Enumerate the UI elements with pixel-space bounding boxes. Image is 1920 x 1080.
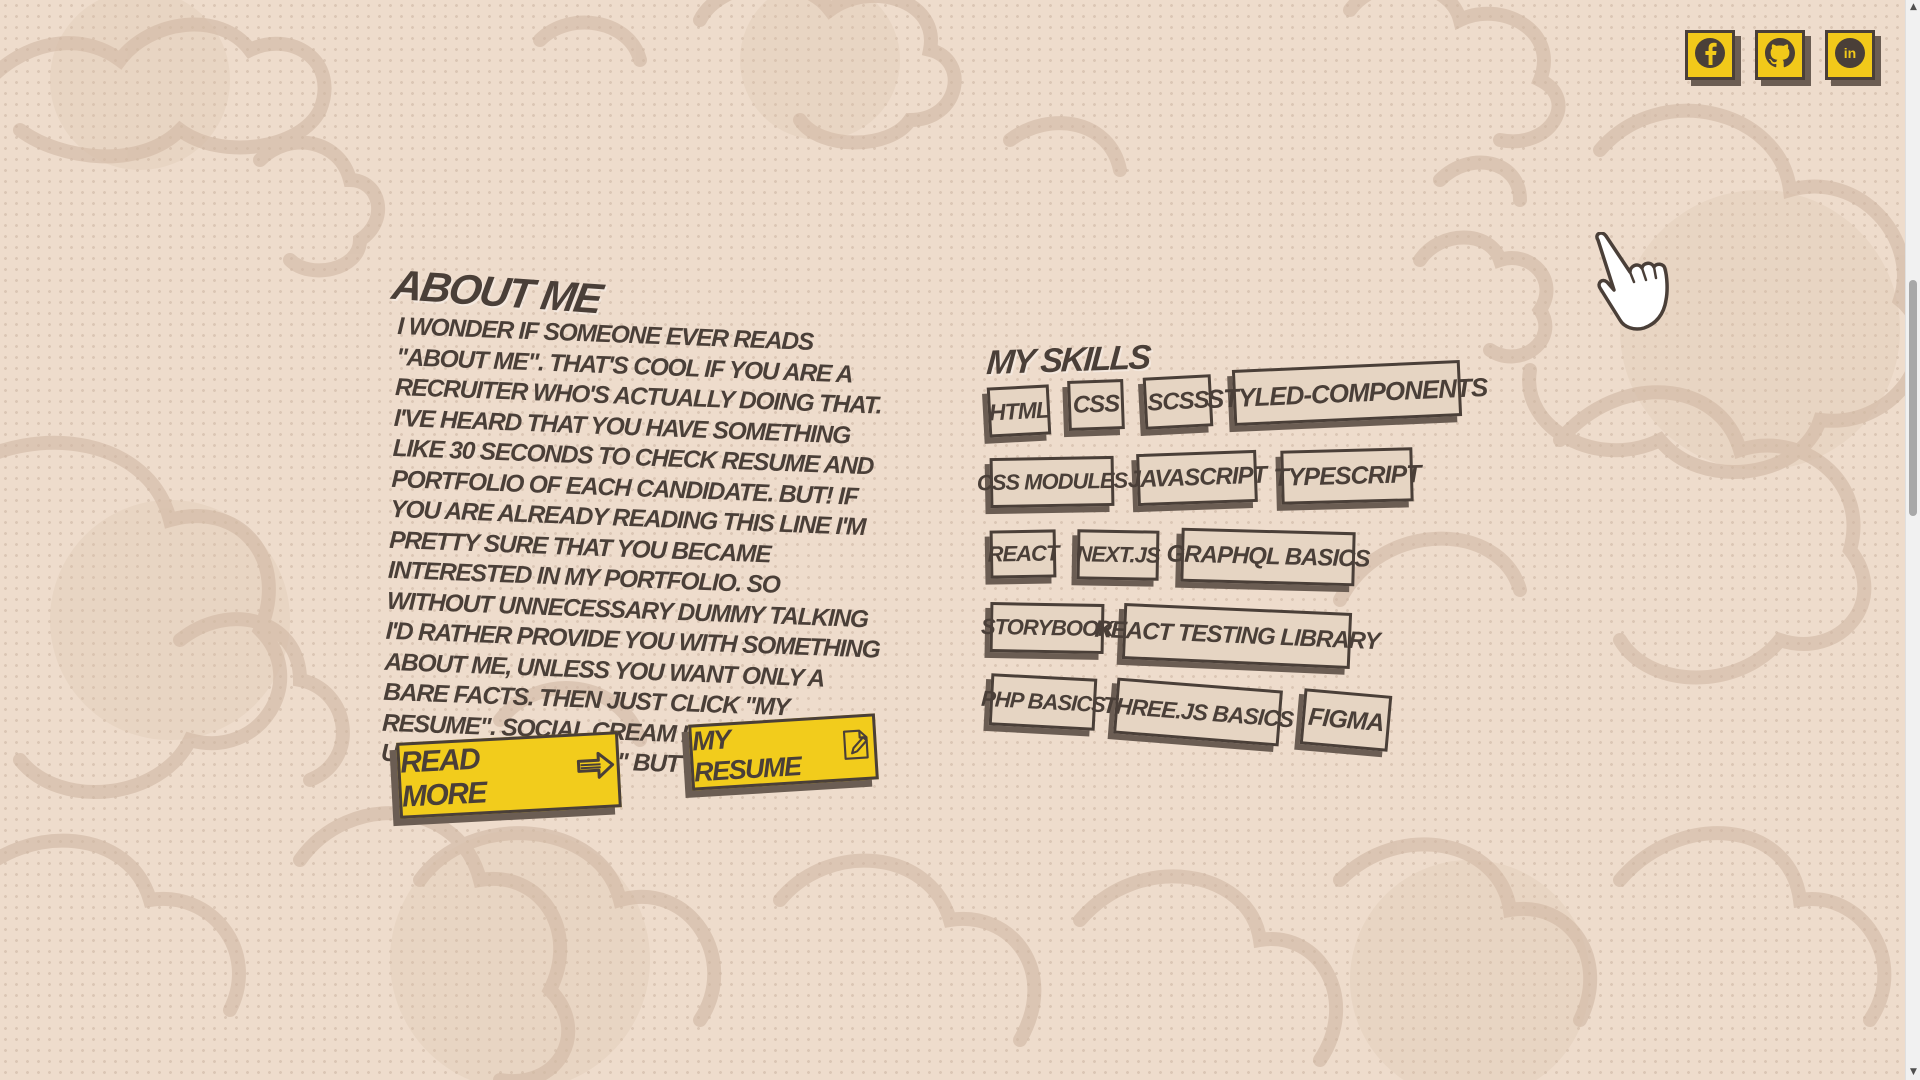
skill-tag[interactable]: PHP basics [981,673,1105,731]
scrollbar-thumb[interactable] [1909,280,1917,516]
skill-tag[interactable]: React [987,529,1059,579]
page: in About me I wonder if someone ever rea… [0,0,1905,1080]
document-edit-icon [839,725,876,770]
linkedin-link[interactable]: in [1825,30,1875,80]
linkedin-icon-text: in [1844,45,1856,61]
scroll-down-arrow-icon[interactable]: ▼ [1906,1065,1920,1080]
skill-tag[interactable]: Next.js [1076,529,1160,581]
read-more-button[interactable]: Read more [396,731,622,819]
background-clouds [0,0,1905,1080]
vertical-scrollbar[interactable]: ▲ ▼ [1905,0,1920,1080]
pointing-hand-icon [1595,232,1669,331]
skill-tag[interactable]: CSS modules [977,455,1127,509]
facebook-icon [1693,36,1727,74]
skills-title: My skills [985,338,1151,383]
skill-tag[interactable]: JavaScript [1127,449,1267,507]
arrow-right-icon [576,747,618,793]
github-icon [1763,36,1797,74]
skill-tag[interactable]: Storybook [981,602,1113,654]
skill-tag[interactable]: TypeScript [1273,447,1421,505]
skill-tag[interactable]: SCSS [1142,374,1214,430]
skill-tag[interactable]: CSS [1067,379,1125,431]
my-resume-button[interactable]: My resume [688,713,879,791]
facebook-link[interactable] [1685,30,1735,80]
skill-tag[interactable]: Figma [1299,688,1393,752]
skill-tag[interactable]: styled-components [1206,360,1488,426]
my-resume-label: My resume [691,724,802,788]
read-more-label: Read more [399,742,487,814]
github-link[interactable] [1755,30,1805,80]
skill-tag[interactable]: HTML [986,384,1052,438]
skill-tag[interactable]: GraphQL basics [1166,527,1370,587]
skill-tag[interactable]: React Testing Library [1094,603,1380,669]
skill-tag[interactable]: Three.js basics [1102,677,1294,747]
linkedin-icon: in [1833,36,1867,74]
scroll-up-arrow-icon[interactable]: ▲ [1906,0,1920,15]
